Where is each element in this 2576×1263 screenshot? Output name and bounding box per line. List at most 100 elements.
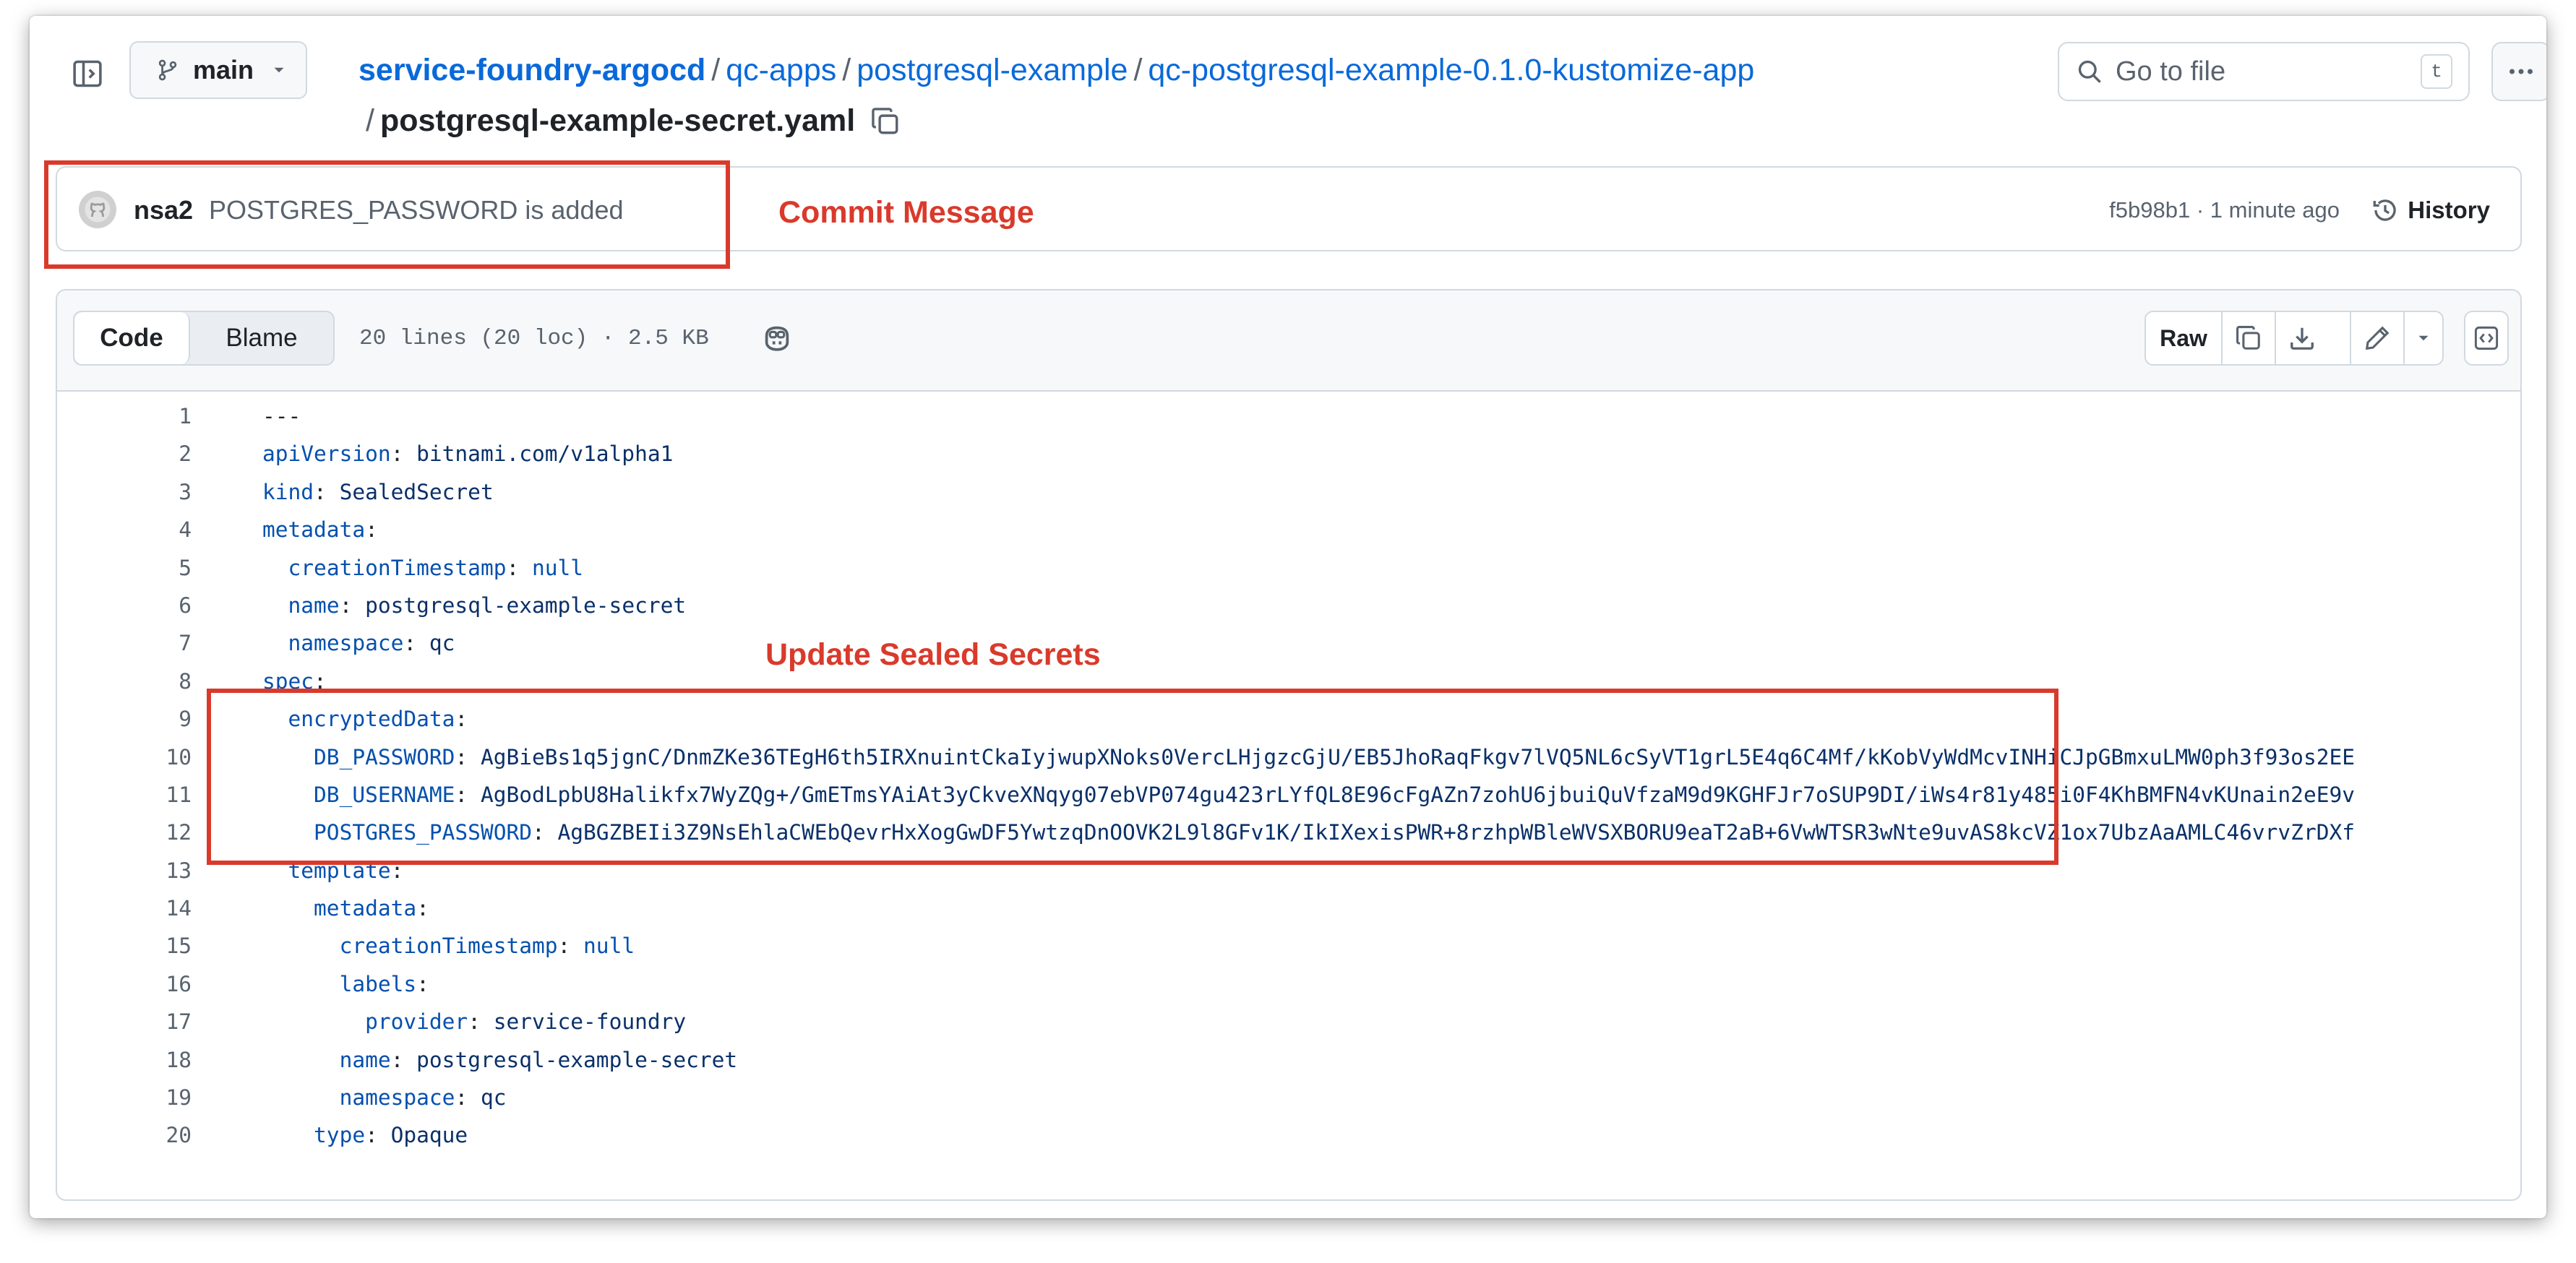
breadcrumb-file-name: postgresql-example-secret.yaml xyxy=(379,103,856,138)
line-number[interactable]: 8 xyxy=(126,663,192,700)
pencil-icon xyxy=(2365,326,2390,350)
tab-blame[interactable]: Blame xyxy=(190,312,333,364)
yaml-value: qc xyxy=(429,631,455,656)
line-number[interactable]: 12 xyxy=(126,814,192,851)
code-text: creationTimestamp: null xyxy=(262,927,635,965)
yaml-separator: : xyxy=(506,555,532,580)
code-line: 6 name: postgresql-example-secret xyxy=(57,587,2520,624)
breadcrumb-separator: / xyxy=(711,53,721,87)
yaml-key: creationTimestamp xyxy=(288,555,507,580)
breadcrumb-link-postgresql-example[interactable]: postgresql-example xyxy=(856,53,1128,87)
history-button[interactable]: History xyxy=(2371,192,2490,228)
code-line: 5 creationTimestamp: null xyxy=(57,549,2520,587)
line-number[interactable]: 20 xyxy=(126,1116,192,1154)
yaml-key: namespace xyxy=(339,1085,455,1111)
breadcrumb-repo-link[interactable]: service-foundry-argocd xyxy=(359,53,705,87)
code-line: 7 namespace: qc xyxy=(57,624,2520,662)
yaml-separator: : xyxy=(455,1085,481,1111)
breadcrumb-link-kustomize-app[interactable]: qc-postgresql-example-0.1.0-kustomize-ap… xyxy=(1148,53,1754,87)
breadcrumb-link-qc-apps[interactable]: qc-apps xyxy=(726,53,836,87)
line-number[interactable]: 19 xyxy=(126,1079,192,1116)
tab-code[interactable]: Code xyxy=(74,312,190,364)
yaml-separator: : xyxy=(365,1123,391,1148)
copy-raw-button[interactable] xyxy=(2223,312,2276,364)
line-number[interactable]: 10 xyxy=(126,738,192,776)
yaml-value: postgresql-example-secret xyxy=(365,592,687,618)
line-number[interactable]: 15 xyxy=(126,927,192,965)
yaml-separator: : xyxy=(403,631,429,656)
yaml-key: metadata xyxy=(262,517,366,543)
commit-hash-time[interactable]: f5b98b1 · 1 minute ago xyxy=(2109,192,2340,228)
breadcrumb-separator: / xyxy=(842,53,851,87)
yaml-key: apiVersion xyxy=(262,441,391,467)
yaml-key: namespace xyxy=(288,631,404,656)
code-text: name: postgresql-example-secret xyxy=(262,1041,738,1079)
line-number[interactable]: 4 xyxy=(126,511,192,548)
yaml-separator: : xyxy=(416,971,429,996)
copilot-icon[interactable] xyxy=(757,318,797,358)
line-number[interactable]: 16 xyxy=(126,965,192,1003)
download-button[interactable] xyxy=(2276,312,2328,364)
line-number[interactable]: 18 xyxy=(126,1041,192,1079)
line-number[interactable]: 1 xyxy=(126,397,192,435)
code-line: 3 kind: SealedSecret xyxy=(57,473,2520,511)
more-options-button[interactable] xyxy=(2491,42,2546,101)
line-number[interactable]: 7 xyxy=(126,624,192,662)
code-line: 19 namespace: qc xyxy=(57,1079,2520,1116)
yaml-value: --- xyxy=(262,404,301,428)
code-line: 14 metadata: xyxy=(57,889,2520,927)
yaml-key: type xyxy=(314,1123,366,1148)
secrets-annotation-label: Update Sealed Secrets xyxy=(765,637,1101,672)
file-stats: 20 lines (20 loc) · 2.5 KB xyxy=(359,326,709,351)
branch-name: main xyxy=(193,55,254,85)
yaml-value: qc xyxy=(480,1085,507,1111)
go-to-file-input[interactable]: Go to file t xyxy=(2058,42,2470,101)
yaml-value: service-foundry xyxy=(493,1009,687,1035)
edit-options-dropdown[interactable] xyxy=(2405,312,2442,364)
branch-icon xyxy=(158,59,177,81)
edit-file-button[interactable] xyxy=(2350,312,2405,364)
yaml-key: labels xyxy=(339,971,417,996)
line-number[interactable]: 11 xyxy=(126,776,192,814)
yaml-value: bitnami.com/v1alpha1 xyxy=(416,441,674,467)
code-text: namespace: qc xyxy=(262,1079,507,1116)
branch-selector-button[interactable]: main xyxy=(129,41,307,99)
download-icon xyxy=(2291,327,2314,350)
line-number[interactable]: 6 xyxy=(126,587,192,624)
breadcrumb-separator: / xyxy=(1133,53,1143,87)
keyboard-shortcut-hint: t xyxy=(2421,54,2452,89)
file-actions-group: Raw xyxy=(2144,311,2444,366)
yaml-value: postgresql-example-secret xyxy=(416,1047,738,1072)
code-text: namespace: qc xyxy=(262,624,455,662)
yaml-separator: : xyxy=(314,479,340,504)
line-number[interactable]: 2 xyxy=(126,435,192,473)
history-label: History xyxy=(2408,197,2490,223)
line-number[interactable]: 9 xyxy=(126,700,192,738)
code-line: 17 provider: service-foundry xyxy=(57,1003,2520,1040)
line-number[interactable]: 5 xyxy=(126,549,192,587)
yaml-separator: : xyxy=(557,934,584,959)
line-number[interactable]: 17 xyxy=(126,1003,192,1040)
kebab-horizontal-icon xyxy=(2510,69,2533,74)
history-icon xyxy=(2373,199,2396,221)
code-text: provider: service-foundry xyxy=(262,1003,686,1040)
yaml-key: name xyxy=(288,592,340,618)
code-line: 4 metadata: xyxy=(57,511,2520,548)
copy-path-icon[interactable] xyxy=(867,103,904,140)
raw-button[interactable]: Raw xyxy=(2146,312,2223,364)
line-number[interactable]: 14 xyxy=(126,889,192,927)
line-number[interactable]: 13 xyxy=(126,852,192,889)
commit-annotation-label: Commit Message xyxy=(778,195,1034,230)
chevron-down-icon xyxy=(274,67,284,73)
sidebar-toggle-icon[interactable] xyxy=(67,53,108,94)
line-number[interactable]: 3 xyxy=(126,473,192,511)
symbols-panel-button[interactable] xyxy=(2464,311,2509,366)
